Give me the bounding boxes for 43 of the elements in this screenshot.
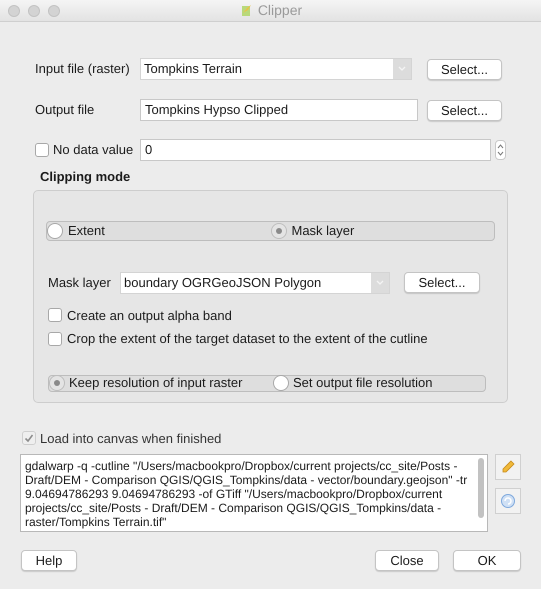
edit-button[interactable] — [495, 454, 521, 480]
radio-button[interactable] — [273, 375, 289, 391]
checkbox[interactable] — [35, 143, 49, 157]
pencil-icon — [501, 460, 515, 474]
select-button[interactable]: Select... — [427, 100, 502, 120]
dropdown[interactable]: Tompkins Terrain — [140, 58, 412, 80]
field-label: Output file — [35, 101, 96, 120]
radio-label: Keep resolution of input raster — [69, 374, 242, 392]
checkbox-label: Create an output alpha band — [67, 306, 232, 325]
radio-label: Extent — [68, 222, 105, 240]
window-title: Clipper — [258, 1, 302, 20]
caret-icon — [371, 272, 389, 292]
caret-icon — [393, 59, 411, 79]
dialog-button[interactable]: Help — [21, 550, 77, 571]
select-button[interactable]: Select... — [404, 272, 480, 293]
spinner-icon[interactable] — [495, 140, 506, 160]
checkbox-label: No data value — [53, 141, 134, 160]
radio-button[interactable] — [49, 375, 65, 391]
command-text: gdalwarp -q -cutline "/Users/macbookpro/Dropbox/current projects/cc_site/Posts - Draft/DEM - Comparison QGIS/QGIS_Tompkins/data - vector/boundary.geojson" -tr 9.04694786293 9.04694786293 -of GTiff "/Users/macbookpro/Dropbox/current projects/cc_site/Posts - Draft/DEM - Comparison QGIS/QGIS_Tompkins/data - raster/Tompkins Terrain.tif" — [24, 458, 468, 529]
radio-label: Mask layer — [292, 222, 354, 240]
dialog-button[interactable]: Close — [375, 550, 439, 571]
window-control-icon[interactable] — [48, 5, 60, 17]
radio-label: Set output file resolution — [293, 374, 432, 392]
reset-button[interactable] — [495, 488, 521, 514]
window-control-icon[interactable] — [28, 5, 40, 17]
no-data-field[interactable]: 0 — [140, 139, 491, 161]
radio-button[interactable] — [270, 222, 286, 238]
field-label: Mask layer — [48, 274, 112, 292]
scrollbar[interactable] — [478, 458, 484, 518]
output-file-field[interactable]: Tompkins Hypso Clipped — [140, 99, 418, 121]
dialog-button[interactable]: OK — [453, 550, 521, 571]
radio-button[interactable] — [47, 222, 63, 238]
field-label: Input file (raster) — [35, 60, 131, 78]
checkbox-label: Crop the extent of the target dataset to the extent of the cutline — [67, 330, 428, 348]
checkbox[interactable] — [48, 332, 62, 346]
dropdown-value: Tompkins Terrain — [143, 60, 244, 78]
window-control-icon[interactable] — [8, 5, 20, 17]
checkbox-label: Load into canvas when finished — [40, 430, 222, 448]
checkbox[interactable] — [48, 308, 62, 322]
select-button[interactable]: Select... — [427, 58, 502, 80]
dropdown[interactable]: boundary OGRGeoJSON Polygon — [120, 272, 390, 294]
dropdown-value: boundary OGRGeoJSON Polygon — [123, 274, 322, 292]
section-title: Clipping mode — [40, 168, 132, 186]
